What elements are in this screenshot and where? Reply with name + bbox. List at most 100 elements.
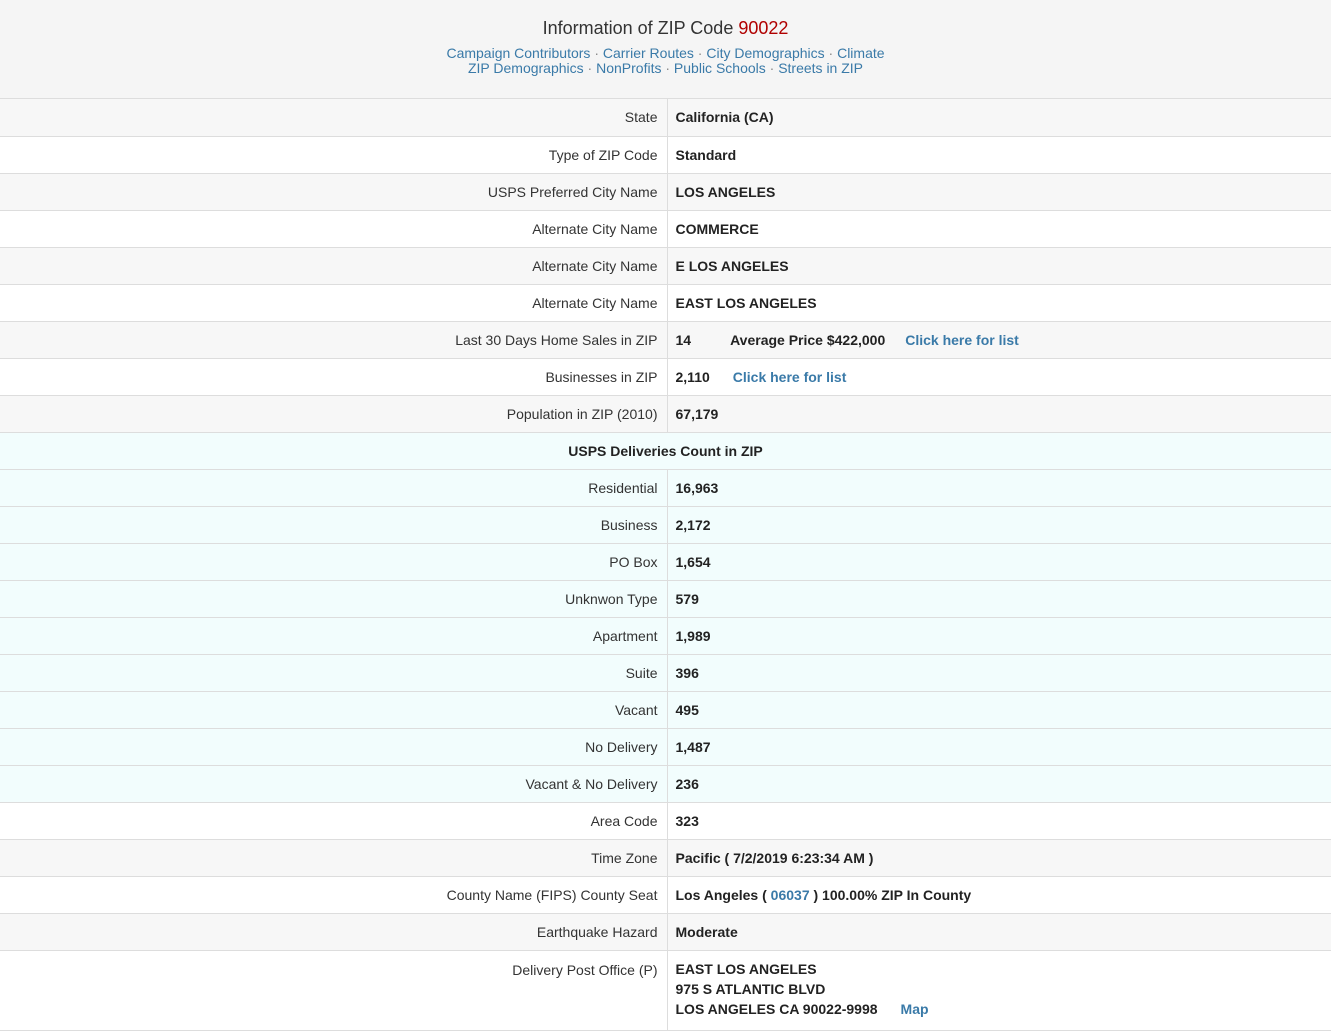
row-post-office: Delivery Post Office (P) EAST LOS ANGELE… bbox=[0, 950, 1331, 1030]
row-delivery-apartment: Apartment 1,989 bbox=[0, 617, 1331, 654]
row-preferred-city: USPS Preferred City Name LOS ANGELES bbox=[0, 173, 1331, 210]
row-label: Vacant bbox=[0, 691, 667, 728]
row-label: PO Box bbox=[0, 543, 667, 580]
row-value: 2,110 Click here for list bbox=[667, 358, 1331, 395]
row-label: Alternate City Name bbox=[0, 210, 667, 247]
row-value: 16,963 bbox=[667, 469, 1331, 506]
row-value: 2,172 bbox=[667, 506, 1331, 543]
row-area-code: Area Code 323 bbox=[0, 802, 1331, 839]
row-value: Moderate bbox=[667, 913, 1331, 950]
county-fips-link[interactable]: 06037 bbox=[771, 887, 810, 903]
row-label: Suite bbox=[0, 654, 667, 691]
businesses-count: 2,110 bbox=[676, 369, 710, 385]
row-label: Vacant & No Delivery bbox=[0, 765, 667, 802]
post-office-line-2: 975 S ATLANTIC BLVD bbox=[676, 979, 1331, 999]
zip-info-table: State California (CA) Type of ZIP Code S… bbox=[0, 99, 1331, 1031]
page-header: Information of ZIP Code 90022 Campaign C… bbox=[0, 0, 1331, 99]
row-population: Population in ZIP (2010) 67,179 bbox=[0, 395, 1331, 432]
row-value: 14 Average Price $422,000 Click here for l… bbox=[667, 321, 1331, 358]
row-value: 236 bbox=[667, 765, 1331, 802]
row-label: Alternate City Name bbox=[0, 284, 667, 321]
row-zip-type: Type of ZIP Code Standard bbox=[0, 136, 1331, 173]
county-suffix: ) 100.00% ZIP In County bbox=[814, 887, 972, 903]
link-carrier-routes[interactable]: Carrier Routes bbox=[603, 45, 694, 61]
row-label: Last 30 Days Home Sales in ZIP bbox=[0, 321, 667, 358]
row-label: Earthquake Hazard bbox=[0, 913, 667, 950]
row-label: Population in ZIP (2010) bbox=[0, 395, 667, 432]
link-nonprofits[interactable]: NonProfits bbox=[596, 60, 661, 76]
nav-links-row-2: ZIP Demographics · NonProfits · Public S… bbox=[0, 61, 1331, 76]
row-label: State bbox=[0, 99, 667, 136]
row-label: No Delivery bbox=[0, 728, 667, 765]
home-sales-count: 14 bbox=[676, 332, 692, 348]
businesses-list-link[interactable]: Click here for list bbox=[733, 369, 847, 385]
row-county: County Name (FIPS) County Seat Los Angel… bbox=[0, 876, 1331, 913]
row-label: Type of ZIP Code bbox=[0, 136, 667, 173]
county-name: Los Angeles ( bbox=[676, 887, 767, 903]
page-title: Information of ZIP Code 90022 bbox=[0, 17, 1331, 39]
post-office-line-3: LOS ANGELES CA 90022-9998 bbox=[676, 1001, 878, 1017]
row-value: EAST LOS ANGELES 975 S ATLANTIC BLVD LOS… bbox=[667, 950, 1331, 1030]
row-label: Unknwon Type bbox=[0, 580, 667, 617]
row-value: 1,989 bbox=[667, 617, 1331, 654]
link-zip-demographics[interactable]: ZIP Demographics bbox=[468, 60, 584, 76]
row-delivery-business: Business 2,172 bbox=[0, 506, 1331, 543]
row-label: County Name (FIPS) County Seat bbox=[0, 876, 667, 913]
row-label: Area Code bbox=[0, 802, 667, 839]
row-delivery-vacant: Vacant 495 bbox=[0, 691, 1331, 728]
row-delivery-residential: Residential 16,963 bbox=[0, 469, 1331, 506]
row-alternate-city-3: Alternate City Name EAST LOS ANGELES bbox=[0, 284, 1331, 321]
row-delivery-suite: Suite 396 bbox=[0, 654, 1331, 691]
separator: · bbox=[665, 60, 670, 76]
link-campaign-contributors[interactable]: Campaign Contributors bbox=[446, 45, 590, 61]
row-state: State California (CA) bbox=[0, 99, 1331, 136]
link-city-demographics[interactable]: City Demographics bbox=[706, 45, 824, 61]
row-label: Residential bbox=[0, 469, 667, 506]
map-link[interactable]: Map bbox=[901, 1001, 929, 1017]
link-public-schools[interactable]: Public Schools bbox=[674, 60, 766, 76]
row-value: COMMERCE bbox=[667, 210, 1331, 247]
row-delivery-vacant-no-delivery: Vacant & No Delivery 236 bbox=[0, 765, 1331, 802]
row-value: Pacific ( 7/2/2019 6:23:34 AM ) bbox=[667, 839, 1331, 876]
separator: · bbox=[594, 45, 599, 61]
row-delivery-po-box: PO Box 1,654 bbox=[0, 543, 1331, 580]
deliveries-heading: USPS Deliveries Count in ZIP bbox=[0, 432, 1331, 469]
separator: · bbox=[698, 45, 703, 61]
row-alternate-city-2: Alternate City Name E LOS ANGELES bbox=[0, 247, 1331, 284]
row-deliveries-heading: USPS Deliveries Count in ZIP bbox=[0, 432, 1331, 469]
link-climate[interactable]: Climate bbox=[837, 45, 884, 61]
nav-links-row-1: Campaign Contributors · Carrier Routes ·… bbox=[0, 46, 1331, 61]
row-delivery-unknown-type: Unknwon Type 579 bbox=[0, 580, 1331, 617]
nav-links: Campaign Contributors · Carrier Routes ·… bbox=[0, 46, 1331, 76]
row-value: 1,654 bbox=[667, 543, 1331, 580]
row-label: Businesses in ZIP bbox=[0, 358, 667, 395]
zip-code: 90022 bbox=[738, 18, 788, 38]
post-office-line-1: EAST LOS ANGELES bbox=[676, 959, 1331, 979]
row-value: Los Angeles ( 06037 ) 100.00% ZIP In Cou… bbox=[667, 876, 1331, 913]
row-value: LOS ANGELES bbox=[667, 173, 1331, 210]
row-value: 67,179 bbox=[667, 395, 1331, 432]
row-value: Standard bbox=[667, 136, 1331, 173]
home-sales-list-link[interactable]: Click here for list bbox=[905, 332, 1019, 348]
row-label: Time Zone bbox=[0, 839, 667, 876]
row-delivery-no-delivery: No Delivery 1,487 bbox=[0, 728, 1331, 765]
row-time-zone: Time Zone Pacific ( 7/2/2019 6:23:34 AM … bbox=[0, 839, 1331, 876]
separator: · bbox=[829, 45, 834, 61]
row-label: Alternate City Name bbox=[0, 247, 667, 284]
separator: · bbox=[588, 60, 593, 76]
row-label: USPS Preferred City Name bbox=[0, 173, 667, 210]
row-value: E LOS ANGELES bbox=[667, 247, 1331, 284]
average-price: Average Price $422,000 bbox=[730, 332, 885, 348]
row-value: 323 bbox=[667, 802, 1331, 839]
title-prefix: Information of ZIP Code bbox=[543, 18, 734, 38]
row-home-sales: Last 30 Days Home Sales in ZIP 14 Average… bbox=[0, 321, 1331, 358]
row-value: EAST LOS ANGELES bbox=[667, 284, 1331, 321]
row-value: 1,487 bbox=[667, 728, 1331, 765]
row-label: Apartment bbox=[0, 617, 667, 654]
row-value: 495 bbox=[667, 691, 1331, 728]
row-value: 396 bbox=[667, 654, 1331, 691]
separator: · bbox=[770, 60, 775, 76]
row-earthquake-hazard: Earthquake Hazard Moderate bbox=[0, 913, 1331, 950]
row-alternate-city-1: Alternate City Name COMMERCE bbox=[0, 210, 1331, 247]
link-streets-in-zip[interactable]: Streets in ZIP bbox=[778, 60, 863, 76]
